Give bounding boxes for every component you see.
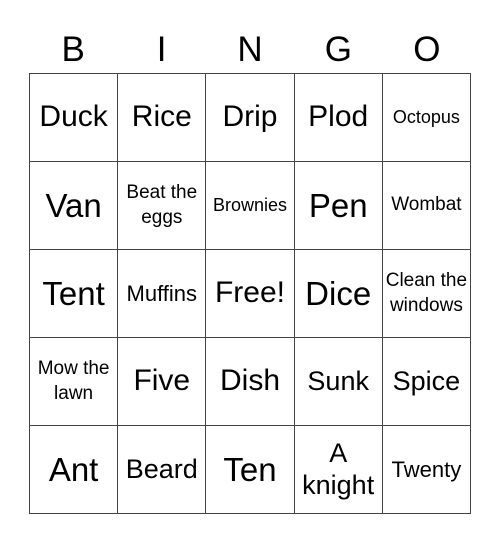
bingo-cell[interactable]: Plod	[294, 74, 383, 162]
bingo-cell[interactable]: Clean the windows	[382, 250, 471, 338]
header-letter-o: O	[413, 30, 441, 69]
header-letter-g: G	[324, 30, 353, 69]
bingo-cell[interactable]: Rice	[118, 74, 207, 162]
bingo-cell[interactable]: Dish	[206, 338, 295, 426]
bingo-cell[interactable]: Ten	[206, 426, 295, 514]
header-letter-i: I	[156, 30, 167, 69]
bingo-cell[interactable]: Van	[30, 162, 119, 250]
bingo-cell[interactable]: Wombat	[382, 162, 471, 250]
header-letter-b: B	[61, 30, 85, 69]
bingo-cell[interactable]: Drip	[206, 74, 295, 162]
bingo-cell[interactable]: Muffins	[118, 250, 207, 338]
bingo-cell[interactable]: Beard	[118, 426, 207, 514]
bingo-cell[interactable]: Tent	[30, 250, 119, 338]
bingo-cell[interactable]: Octopus	[382, 74, 471, 162]
bingo-cell[interactable]: Free!	[206, 250, 295, 338]
bingo-cell[interactable]: Ant	[30, 426, 119, 514]
bingo-cell[interactable]: Pen	[294, 162, 383, 250]
bingo-cell[interactable]: Sunk	[294, 338, 383, 426]
bingo-cell[interactable]: Duck	[30, 74, 119, 162]
bingo-cell[interactable]: Brownies	[206, 162, 295, 250]
bingo-cell[interactable]: A knight	[294, 426, 383, 514]
bingo-cell[interactable]: Spice	[382, 338, 471, 426]
bingo-cell[interactable]: Dice	[294, 250, 383, 338]
header-letter-n: N	[237, 30, 263, 69]
bingo-header: B I N G O	[29, 28, 471, 72]
bingo-cell[interactable]: Five	[118, 338, 207, 426]
bingo-cell[interactable]: Twenty	[382, 426, 471, 514]
bingo-cell[interactable]: Mow the lawn	[30, 338, 119, 426]
bingo-card-grid: Duck Rice Drip Plod Octopus Van Beat the eggs B…	[29, 73, 471, 514]
bingo-cell[interactable]: Beat the eggs	[118, 162, 207, 250]
